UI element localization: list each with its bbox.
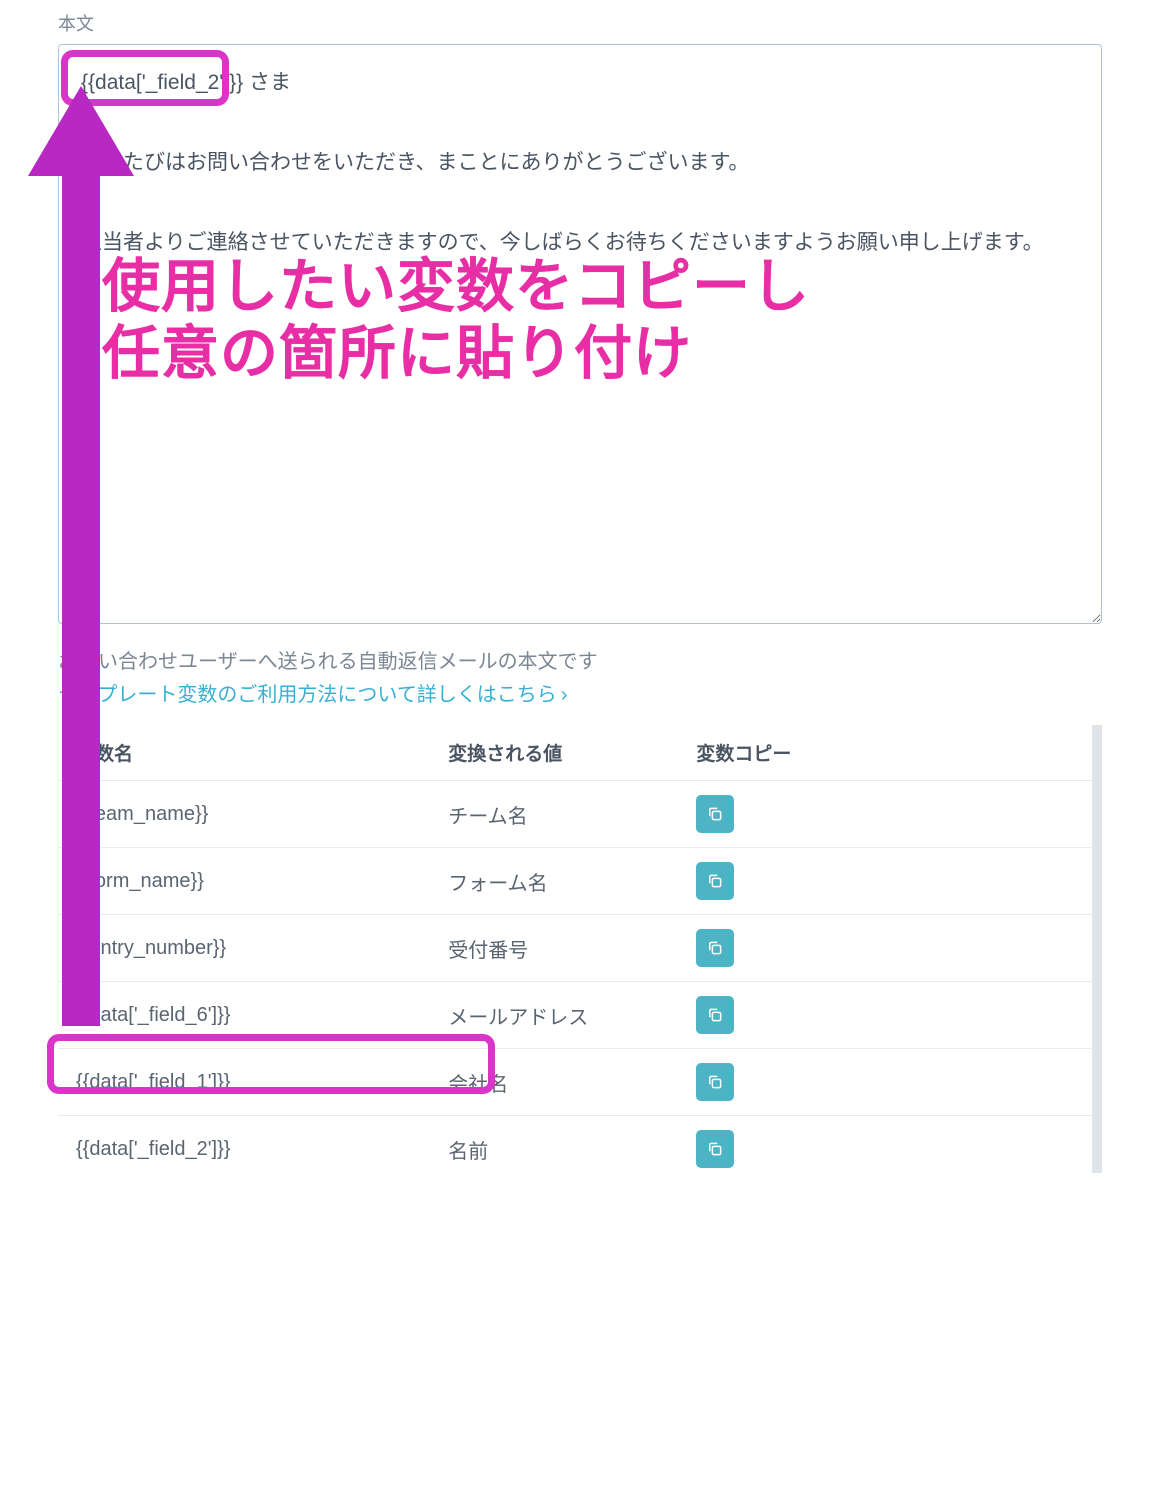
variable-value-cell: 会社名 (430, 1049, 678, 1116)
copy-icon (706, 805, 724, 823)
copy-icon (706, 939, 724, 957)
table-row: {{team_name}}チーム名 (58, 781, 1092, 848)
copy-icon (706, 872, 724, 890)
variable-copy-cell (678, 982, 1092, 1049)
variable-name-cell: {{data['_field_6']}} (58, 982, 430, 1049)
copy-icon (706, 1140, 724, 1158)
link-text: テンプレート変数のご利用方法について詳しくはこちら (58, 684, 557, 706)
body-textarea[interactable] (58, 44, 1102, 624)
copy-button[interactable] (696, 795, 734, 833)
variable-copy-cell (678, 1116, 1092, 1174)
col-var-copy: 変数コピー (678, 725, 1092, 781)
variable-copy-cell (678, 848, 1092, 915)
variable-copy-cell (678, 1049, 1092, 1116)
col-var-name: 変数名 (58, 725, 430, 781)
copy-button[interactable] (696, 929, 734, 967)
variable-value-cell: 受付番号 (430, 915, 678, 982)
table-row: {{data['_field_2']}}名前 (58, 1116, 1092, 1174)
variable-name-cell: {{team_name}} (58, 781, 430, 848)
variable-value-cell: フォーム名 (430, 848, 678, 915)
variables-table: 変数名 変換される値 変数コピー {{team_name}}チーム名{{form… (58, 725, 1092, 1173)
hint-text: お問い合わせユーザーへ送られる自動返信メールの本文です (58, 645, 1102, 674)
variable-name-cell: {{data['_field_1']}} (58, 1049, 430, 1116)
copy-icon (706, 1006, 724, 1024)
variable-value-cell: 名前 (430, 1116, 678, 1174)
variable-name-cell: {{form_name}} (58, 848, 430, 915)
variable-value-cell: チーム名 (430, 781, 678, 848)
variable-name-cell: {{data['_field_2']}} (58, 1116, 430, 1174)
table-row: {{data['_field_6']}}メールアドレス (58, 982, 1092, 1049)
table-row: {{entry_number}}受付番号 (58, 915, 1092, 982)
variables-table-scroll[interactable]: 変数名 変換される値 変数コピー {{team_name}}チーム名{{form… (58, 725, 1102, 1173)
copy-button[interactable] (696, 862, 734, 900)
table-row: {{form_name}}フォーム名 (58, 848, 1092, 915)
body-label: 本文 (58, 10, 1102, 36)
variable-copy-cell (678, 915, 1092, 982)
chevron-right-icon: › (561, 684, 568, 706)
template-var-help-link[interactable]: テンプレート変数のご利用方法について詳しくはこちら› (58, 678, 567, 707)
variable-copy-cell (678, 781, 1092, 848)
variable-value-cell: メールアドレス (430, 982, 678, 1049)
copy-button[interactable] (696, 996, 734, 1034)
col-var-value: 変換される値 (430, 725, 678, 781)
variable-name-cell: {{entry_number}} (58, 915, 430, 982)
copy-icon (706, 1073, 724, 1091)
table-row: {{data['_field_1']}}会社名 (58, 1049, 1092, 1116)
copy-button[interactable] (696, 1063, 734, 1101)
copy-button[interactable] (696, 1130, 734, 1168)
